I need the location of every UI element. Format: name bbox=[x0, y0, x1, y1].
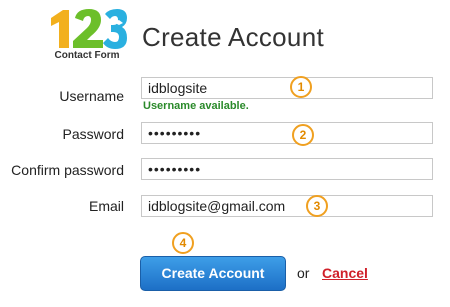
password-label: Password bbox=[62, 126, 124, 142]
confirm-password-label: Confirm password bbox=[11, 162, 124, 178]
step-badge-1: 1 bbox=[290, 76, 312, 98]
page-title: Create Account bbox=[142, 22, 324, 52]
username-label: Username bbox=[59, 88, 124, 104]
email-label: Email bbox=[88, 198, 124, 214]
password-field[interactable]: ••••••••• bbox=[141, 122, 433, 144]
create-account-button[interactable]: Create Account bbox=[140, 256, 286, 291]
or-text: or bbox=[297, 265, 310, 281]
email-field[interactable]: idblogsite@gmail.com bbox=[141, 195, 433, 217]
cancel-link[interactable]: Cancel bbox=[322, 265, 368, 281]
confirm-password-field[interactable]: ••••••••• bbox=[141, 158, 433, 180]
username-field[interactable]: idblogsite bbox=[141, 77, 433, 99]
logo: Contact Form bbox=[42, 8, 132, 64]
logo-digits-graphic bbox=[51, 9, 127, 49]
username-availability-hint: Username available. bbox=[143, 100, 249, 112]
logo-text: Contact Form bbox=[54, 50, 120, 61]
step-badge-3: 3 bbox=[306, 195, 328, 217]
step-badge-4: 4 bbox=[172, 232, 194, 254]
step-badge-2: 2 bbox=[292, 124, 314, 146]
